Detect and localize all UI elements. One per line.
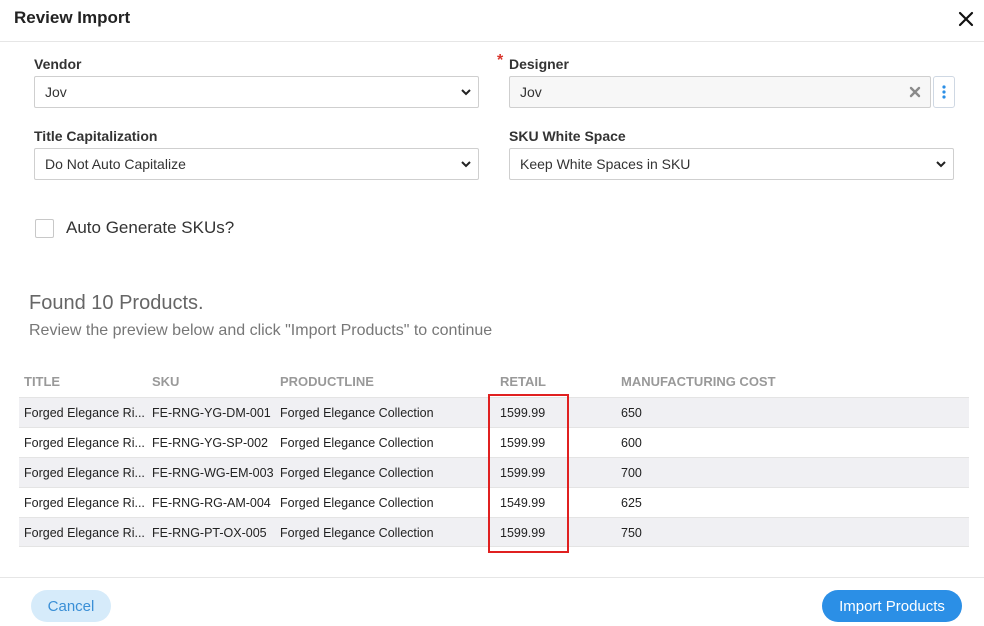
cell-productline: Forged Elegance Collection [280,496,434,510]
cell-retail: 1549.99 [500,496,546,510]
chevron-down-icon [936,161,946,168]
sku-white-space-select[interactable]: Keep White Spaces in SKU [509,148,954,180]
cell-retail: 1599.99 [500,466,546,480]
cancel-button[interactable]: Cancel [31,590,111,622]
close-icon[interactable] [955,8,977,30]
cell-title: Forged Elegance Ri... [24,436,145,450]
cell-sku: FE-RNG-WG-EM-003 [152,466,274,480]
title-capitalization-value: Do Not Auto Capitalize [45,156,186,172]
cell-sku: FE-RNG-YG-DM-001 [152,406,271,420]
designer-value: Jov [520,84,542,100]
designer-label: Designer [509,56,569,72]
cell-productline: Forged Elegance Collection [280,526,434,540]
auto-generate-skus-checkbox[interactable] [35,219,54,238]
products-preview-table: TITLE SKU PRODUCTLINE RETAIL MANUFACTURI… [19,366,969,547]
column-header-manufacturing-cost: MANUFACTURING COST [621,374,776,389]
cell-sku: FE-RNG-YG-SP-002 [152,436,268,450]
cell-manufacturing-cost: 750 [621,526,642,540]
column-header-title: TITLE [24,374,61,389]
sku-white-space-label: SKU White Space [509,128,626,144]
dialog-header: Review Import [0,0,984,42]
kebab-menu-icon [942,85,946,99]
auto-generate-skus-label[interactable]: Auto Generate SKUs? [66,218,234,238]
vendor-select[interactable]: Jov [34,76,479,108]
column-header-sku: SKU [152,374,180,389]
designer-field[interactable]: Jov [509,76,931,108]
cell-productline: Forged Elegance Collection [280,406,434,420]
cell-manufacturing-cost: 650 [621,406,642,420]
column-header-productline: PRODUCTLINE [280,374,374,389]
column-header-retail: RETAIL [500,374,546,389]
review-instructions: Review the preview below and click "Impo… [29,322,493,339]
chevron-down-icon [461,89,471,96]
required-asterisk: * [497,52,504,69]
table-row: Forged Elegance Ri... FE-RNG-WG-EM-003 F… [19,457,969,487]
cell-retail: 1599.99 [500,406,546,420]
cell-title: Forged Elegance Ri... [24,526,145,540]
dialog-title: Review Import [14,8,131,27]
found-products-heading: Found 10 Products. [29,292,204,314]
import-products-button[interactable]: Import Products [822,590,962,622]
cell-sku: FE-RNG-RG-AM-004 [152,496,271,510]
table-row: Forged Elegance Ri... FE-RNG-YG-DM-001 F… [19,397,969,427]
cell-productline: Forged Elegance Collection [280,436,434,450]
table-row: Forged Elegance Ri... FE-RNG-PT-OX-005 F… [19,517,969,547]
cell-title: Forged Elegance Ri... [24,496,145,510]
sku-white-space-value: Keep White Spaces in SKU [520,156,691,172]
vendor-value: Jov [45,84,67,100]
clear-x-icon[interactable] [909,86,921,98]
cell-manufacturing-cost: 625 [621,496,642,510]
cell-manufacturing-cost: 700 [621,466,642,480]
cell-manufacturing-cost: 600 [621,436,642,450]
designer-options-button[interactable] [933,76,955,108]
title-capitalization-select[interactable]: Do Not Auto Capitalize [34,148,479,180]
cell-sku: FE-RNG-PT-OX-005 [152,526,267,540]
title-capitalization-label: Title Capitalization [34,128,158,144]
chevron-down-icon [461,161,471,168]
table-row: Forged Elegance Ri... FE-RNG-RG-AM-004 F… [19,487,969,517]
cell-productline: Forged Elegance Collection [280,466,434,480]
cell-retail: 1599.99 [500,436,546,450]
vendor-label: Vendor [34,56,82,72]
cell-title: Forged Elegance Ri... [24,466,145,480]
table-header: TITLE SKU PRODUCTLINE RETAIL MANUFACTURI… [19,366,969,397]
cell-retail: 1599.99 [500,526,546,540]
cell-title: Forged Elegance Ri... [24,406,145,420]
table-row: Forged Elegance Ri... FE-RNG-YG-SP-002 F… [19,427,969,457]
